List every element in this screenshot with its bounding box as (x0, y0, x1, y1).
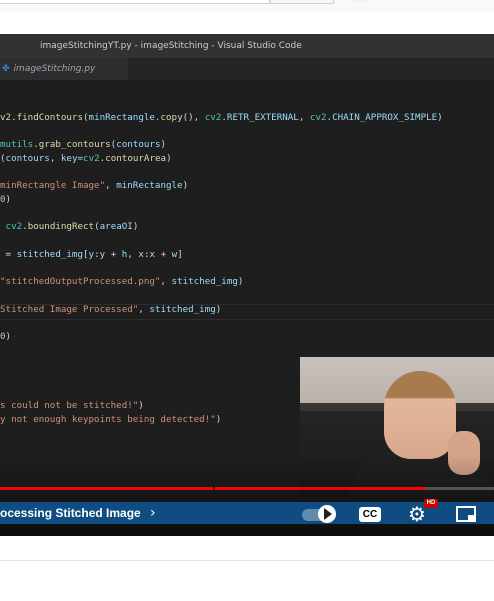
play-icon (324, 508, 332, 520)
chevron-right-icon[interactable]: › (150, 502, 156, 524)
tab-label: imageStitching.py (13, 64, 96, 74)
video-player[interactable]: imageStitchingYT.py - imageStitching - V… (0, 34, 494, 536)
code-line: = stitched_img[y:y + h, x:x + w] (0, 249, 183, 260)
voice-search-icon[interactable] (350, 0, 372, 2)
code-line: 0) (0, 194, 12, 205)
code-line: s could not be stitched!") (0, 400, 144, 411)
code-line: (contours, key=cv2.contourArea) (0, 153, 172, 164)
presenter-face (384, 371, 456, 459)
code-line: v2.findContours(minRectangle.copy(), cv2… (0, 112, 443, 123)
vscode-tab-strip: ✤ imageStitching.py (0, 58, 494, 80)
chapter-marker (213, 487, 215, 490)
search-button[interactable] (270, 0, 334, 4)
code-line: y not enough keypoints being detected!") (0, 414, 222, 425)
tab-imagestitching: ✤ imageStitching.py (0, 58, 128, 80)
progress-bar[interactable] (0, 487, 494, 490)
hd-badge: HD (424, 499, 438, 508)
search-box[interactable] (0, 0, 270, 4)
browser-top-fragment (0, 0, 494, 12)
code-line: Stitched Image Processed", stitched_img) (0, 304, 222, 315)
section-divider (0, 560, 494, 561)
code-line: cv2.boundingRect(areaOI) (5, 221, 139, 232)
python-file-icon: ✤ (2, 64, 10, 74)
code-line: minRectangle Image", minRectangle) (0, 180, 189, 191)
closed-captions-icon[interactable]: CC (359, 507, 381, 522)
code-line: 0) (0, 331, 12, 342)
miniplayer-icon[interactable] (456, 506, 476, 522)
code-line: mutils.grab_contours(contours) (0, 139, 167, 150)
vscode-title-bar: imageStitchingYT.py - imageStitching - V… (0, 34, 494, 58)
miniplayer-inner-icon (468, 515, 475, 520)
code-line: "stitchedOutputProcessed.png", stitched_… (0, 276, 244, 287)
chapter-title[interactable]: ocessing Stitched Image (0, 502, 141, 524)
